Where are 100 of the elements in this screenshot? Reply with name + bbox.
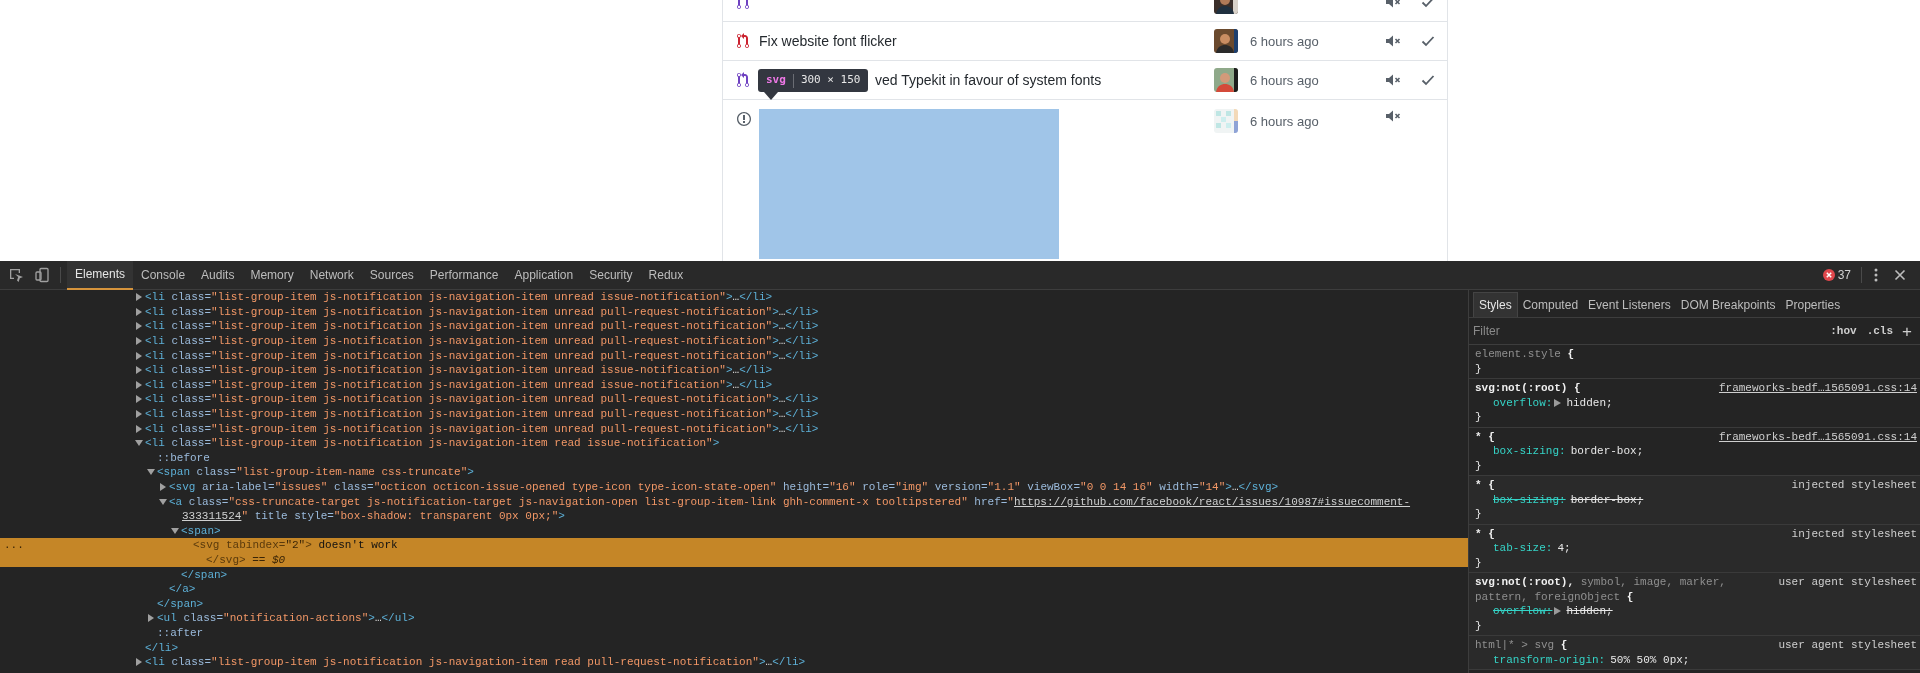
panel-tab[interactable]: Elements (67, 260, 134, 290)
dom-node-line[interactable]: <span> (181, 523, 221, 538)
filter-field[interactable]: Filter (1473, 322, 1826, 340)
property-value[interactable]: 50% 50% 0px; (1610, 652, 1690, 667)
expanded-arrow-icon[interactable] (171, 526, 179, 535)
property-name[interactable]: transform-origin: (1493, 652, 1606, 667)
property-name[interactable]: overflow: (1493, 395, 1553, 410)
matched-selector: { (1573, 381, 1581, 396)
gutter-dots[interactable]: ... (4, 538, 24, 553)
dom-node-line[interactable]: <li class="list-group-item js-notification js-navigation-item unread pull-request-notification">…</li> (145, 334, 819, 349)
property-name[interactable]: overflow: (1493, 604, 1553, 619)
matched-selector: { (1625, 589, 1634, 604)
panel-tab[interactable]: Audits (193, 260, 243, 290)
notification-time: 6 hours ago (1250, 114, 1319, 129)
expanded-arrow-icon[interactable] (159, 497, 167, 506)
property-name[interactable]: tab-size: (1493, 541, 1553, 556)
dom-node-line[interactable]: <li class="list-group-item js-notification js-navigation-item unread pull-request-notification">…</li> (145, 407, 819, 422)
pane-tab[interactable]: Properties (1780, 292, 1846, 317)
class-toggle-button[interactable]: .cls (1861, 322, 1899, 340)
dom-node-line[interactable]: <li class="list-group-item js-notification js-navigation-item unread pull-request-notification">…</li> (145, 421, 819, 436)
pane-tab[interactable]: Computed (1517, 292, 1584, 317)
dom-node-line[interactable]: <a class="css-truncate-target js-notification-target js-navigation-open list-group-item-link ghh-comment-x tooltipstered" href="https://github.com/facebook/react/issues/10987#issuecomment- (169, 494, 1411, 509)
property-value[interactable]: hidden; (1566, 604, 1613, 619)
collapsed-arrow-icon[interactable] (135, 395, 143, 404)
collapsed-arrow-icon[interactable] (159, 483, 167, 491)
collapsed-arrow-icon[interactable] (135, 307, 143, 316)
dom-node-line[interactable]: </li> (145, 640, 178, 655)
expanded-arrow-icon[interactable] (135, 439, 143, 448)
dom-node-line[interactable]: </a> (169, 582, 196, 597)
expanded-arrow-icon[interactable] (147, 468, 155, 477)
closing-brace: } (1475, 618, 1483, 633)
collapsed-arrow-icon[interactable] (135, 351, 143, 360)
property-value[interactable]: border-box; (1570, 444, 1644, 459)
inspect-icon[interactable] (8, 267, 24, 283)
collapsed-arrow-icon[interactable] (135, 293, 143, 302)
source-link[interactable]: frameworks-bedf…1565091.css:14 (1718, 381, 1917, 396)
dom-node-line[interactable]: <li class="list-group-item js-notification js-navigation-item unread issue-notification">…</li> (145, 377, 773, 392)
mute-icon[interactable] (1385, 109, 1401, 123)
panel-tab[interactable]: Console (133, 260, 194, 290)
panel-tab[interactable]: Network (301, 260, 362, 290)
dom-node-line[interactable]: <li class="list-group-item js-notification js-navigation-item unread pull-request-notification">…</li> (145, 319, 819, 334)
notification-title[interactable]: ved Typekit in favour of system fonts (875, 69, 1102, 91)
closing-brace: } (1475, 458, 1483, 473)
dom-node-line[interactable]: <li class="list-group-item js-notification js-navigation-item read issue-notification"> (145, 436, 720, 451)
expand-arrow-icon[interactable] (1554, 398, 1562, 407)
panel-tab[interactable]: Sources (361, 260, 422, 290)
dom-node-line[interactable]: <svg tabindex="2"> doesn't work (193, 538, 398, 553)
collapsed-arrow-icon[interactable] (135, 658, 143, 667)
dom-node-line[interactable]: <li class="list-group-item js-notification js-navigation-item read pull-request-notification">…</li> (145, 655, 806, 670)
hover-state-button[interactable]: :hov (1825, 322, 1862, 340)
new-rule-button[interactable]: + (1898, 322, 1916, 340)
collapsed-arrow-icon[interactable] (135, 337, 143, 346)
panel-tab[interactable]: Performance (421, 260, 507, 290)
notification-title[interactable]: Fix website font flicker (759, 30, 897, 52)
dom-node-line[interactable]: <li class="list-group-item js-notification js-navigation-item unread pull-request-notification">…</li> (145, 348, 819, 363)
dom-node-line[interactable]: ::after (157, 625, 204, 640)
collapsed-arrow-icon[interactable] (135, 424, 143, 433)
dom-node-line[interactable]: <li class="list-group-item js-notification js-navigation-item unread issue-notification">…</li> (145, 290, 773, 305)
close-icon[interactable] (1894, 269, 1906, 281)
dom-node-line[interactable]: <li class="list-group-item js-notification js-navigation-item unread pull-request-notification">…</li> (145, 304, 819, 319)
check-icon[interactable] (1421, 35, 1435, 47)
dom-node-line[interactable]: <li class="list-group-item js-notification js-navigation-item unread issue-notification">…</li> (145, 363, 773, 378)
check-icon[interactable] (1421, 74, 1435, 86)
panel-tab[interactable]: Security (581, 260, 641, 290)
error-icon[interactable] (1822, 269, 1835, 281)
mute-icon[interactable] (1385, 34, 1401, 48)
panel-tab[interactable]: Redux (640, 260, 692, 290)
panel-tab[interactable]: Application (506, 260, 582, 290)
property-value[interactable]: hidden; (1566, 395, 1613, 410)
dom-node-line[interactable]: </span> (157, 596, 204, 611)
dom-node-line[interactable]: </span> (181, 567, 228, 582)
dom-node-line[interactable]: ::before (157, 450, 210, 465)
dom-node-line[interactable]: 333311524" title style="box-shadow: transparent 0px 0px;"> (182, 509, 565, 524)
dom-node-line[interactable]: <ul class="notification-actions">…</ul> (157, 611, 415, 626)
collapsed-arrow-icon[interactable] (135, 366, 143, 375)
device-icon[interactable] (34, 267, 50, 283)
error-count[interactable]: 37 (1837, 266, 1851, 284)
size-label: 300 × 150 (800, 72, 861, 89)
matched-selector: { (1559, 638, 1568, 653)
pane-tab[interactable]: DOM Breakpoints (1675, 292, 1781, 317)
source-link[interactable]: frameworks-bedf…1565091.css:14 (1718, 429, 1917, 444)
collapsed-arrow-icon[interactable] (135, 410, 143, 419)
pane-tab[interactable]: Event Listeners (1583, 292, 1676, 317)
pane-tab[interactable]: Styles (1473, 292, 1518, 317)
property-name[interactable]: box-sizing: (1493, 444, 1566, 459)
more-menu-icon[interactable] (1874, 268, 1878, 282)
dom-node-line[interactable]: <span class="list-group-item-name css-truncate"> (157, 465, 474, 480)
collapsed-arrow-icon[interactable] (147, 614, 155, 623)
expand-arrow-icon[interactable] (1554, 607, 1562, 616)
dom-node-line[interactable]: <svg aria-label="issues" class="octicon octicon-issue-opened type-icon type-icon-state-open" height="16" role="img" version="1.1" viewBox="0 0 14 16" width="14">…</svg> (169, 480, 1279, 494)
dom-node-line[interactable]: </svg> == $0 (206, 553, 286, 567)
property-value[interactable]: 4; (1557, 541, 1571, 556)
property-name[interactable]: box-sizing: (1493, 492, 1566, 507)
collapsed-arrow-icon[interactable] (135, 380, 143, 389)
collapsed-arrow-icon[interactable] (135, 322, 143, 331)
property-value[interactable]: border-box; (1570, 492, 1644, 507)
dom-node-line[interactable]: <li class="list-group-item js-notification js-navigation-item unread pull-request-notification">…</li> (145, 392, 819, 407)
panel-tab[interactable]: Memory (242, 260, 302, 290)
source-label: injected stylesheet (1791, 478, 1917, 493)
mute-icon[interactable] (1385, 73, 1401, 87)
